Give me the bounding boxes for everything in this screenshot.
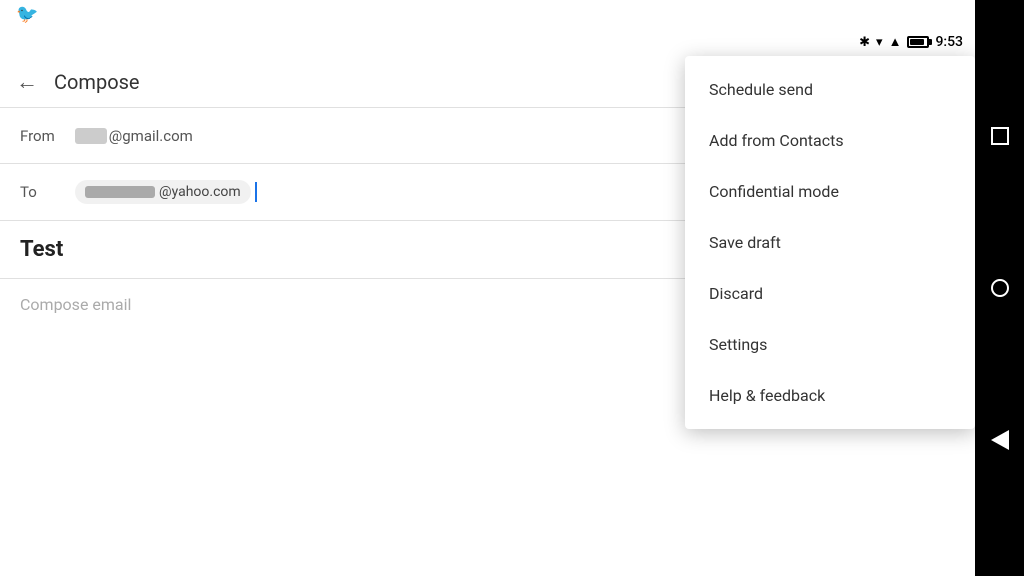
battery-icon <box>907 36 929 48</box>
back-nav-button[interactable] <box>990 430 1010 450</box>
status-time: 9:53 <box>935 34 963 50</box>
menu-item-settings[interactable]: Settings <box>685 319 975 370</box>
menu-item-save-draft[interactable]: Save draft <box>685 217 975 268</box>
back-button[interactable]: ← <box>16 69 38 95</box>
main-screen: 🐦 ✱ ▾ ▲ 9:53 ← Compose From @gmail.com T… <box>0 0 975 576</box>
home-button[interactable] <box>990 278 1010 298</box>
signal-icon: ▲ <box>889 34 902 50</box>
compose-title: Compose <box>54 70 140 94</box>
from-label: From <box>20 127 75 145</box>
from-domain: @gmail.com <box>109 127 193 145</box>
twitter-bar: 🐦 <box>0 0 975 28</box>
bluetooth-icon: ✱ <box>859 35 870 50</box>
menu-item-confidential-mode[interactable]: Confidential mode <box>685 166 975 217</box>
twitter-icon: 🐦 <box>16 4 38 25</box>
wifi-icon: ▾ <box>876 35 883 50</box>
status-bar: ✱ ▾ ▲ 9:53 <box>0 28 975 56</box>
to-blurred <box>85 186 155 198</box>
to-label: To <box>20 183 75 201</box>
menu-item-add-from-contacts[interactable]: Add from Contacts <box>685 115 975 166</box>
subject-text[interactable]: Test <box>20 237 63 262</box>
text-cursor <box>255 182 257 202</box>
dropdown-menu: Schedule sendAdd from ContactsConfidenti… <box>685 56 975 429</box>
body-placeholder[interactable]: Compose email <box>20 295 131 314</box>
menu-item-schedule-send[interactable]: Schedule send <box>685 64 975 115</box>
from-blurred <box>75 128 107 144</box>
recents-button[interactable] <box>990 126 1010 146</box>
to-chip[interactable]: @yahoo.com <box>75 180 251 204</box>
menu-item-help-feedback[interactable]: Help & feedback <box>685 370 975 421</box>
menu-item-discard[interactable]: Discard <box>685 268 975 319</box>
android-nav-bar <box>975 0 1024 576</box>
to-domain: @yahoo.com <box>159 184 241 200</box>
